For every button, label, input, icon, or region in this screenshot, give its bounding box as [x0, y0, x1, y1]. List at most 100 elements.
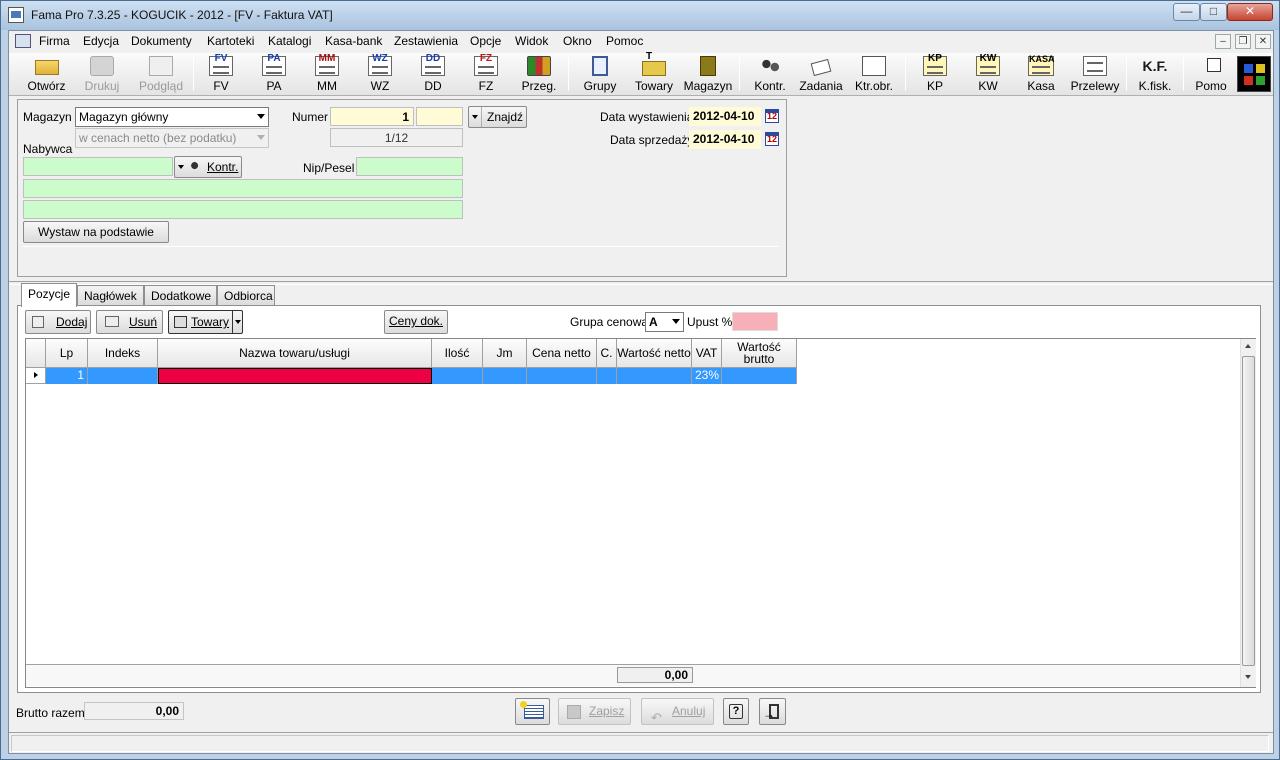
- buyer-name-field[interactable]: [23, 179, 463, 198]
- tool-ktrobr-button[interactable]: Ktr.obr.: [847, 53, 901, 95]
- main-toolbar: Otwórz Drukuj Podgląd FV FV PA PA MM MM: [9, 51, 1273, 96]
- zapisz-button[interactable]: Zapisz: [558, 698, 631, 725]
- tool-kfisk-button[interactable]: K.F. K.fisk.: [1131, 53, 1179, 95]
- col-vat-header[interactable]: VAT: [692, 339, 722, 368]
- magazyn-combo[interactable]: Magazyn główny: [75, 107, 269, 127]
- cell-wartosc-netto[interactable]: [617, 368, 692, 384]
- tool-kontr-button[interactable]: Kontr.: [745, 53, 795, 95]
- nip-input[interactable]: [356, 157, 463, 176]
- col-ilosc-header[interactable]: Ilość: [432, 339, 483, 368]
- znajdz-button[interactable]: Znajdź: [468, 106, 527, 128]
- col-lp-header[interactable]: Lp: [46, 339, 88, 368]
- menu-widok[interactable]: Widok: [515, 34, 548, 48]
- kontr-button[interactable]: Kontr.: [174, 156, 242, 178]
- cell-nazwa[interactable]: [158, 368, 432, 384]
- calendar-icon[interactable]: 12: [765, 132, 779, 146]
- tool-kasa-button[interactable]: KASA Kasa: [1017, 53, 1065, 95]
- tab-pozycje[interactable]: Pozycje: [21, 283, 77, 307]
- anuluj-button[interactable]: ↶ Anuluj: [641, 698, 714, 725]
- menu-zestawienia[interactable]: Zestawienia: [394, 34, 458, 48]
- mdi-close-button[interactable]: ✕: [1255, 34, 1271, 49]
- mdi-minimize-button[interactable]: –: [1215, 34, 1231, 49]
- usun-button[interactable]: Usuń: [96, 310, 163, 334]
- col-cena-netto-header[interactable]: Cena netto: [527, 339, 597, 368]
- cell-cena-netto[interactable]: [527, 368, 597, 384]
- buyer-address-field[interactable]: [23, 200, 463, 219]
- table-row-indicator[interactable]: [26, 368, 46, 384]
- tool-wz-button[interactable]: WZ WZ: [358, 53, 402, 95]
- cell-lp[interactable]: 1: [46, 368, 88, 384]
- menu-opcje[interactable]: Opcje: [470, 34, 501, 48]
- cell-c[interactable]: [597, 368, 617, 384]
- numer-suffix-input[interactable]: [416, 107, 463, 126]
- tool-magazyn-button[interactable]: Magazyn: [681, 53, 735, 95]
- col-wartosc-brutto-header[interactable]: Wartość brutto: [722, 339, 797, 368]
- data-wystawienia-input[interactable]: 2012-04-10: [689, 107, 761, 126]
- exit-button[interactable]: →: [759, 698, 786, 725]
- numer-input[interactable]: 1: [330, 107, 414, 126]
- tool-drukuj-button[interactable]: Drukuj: [77, 53, 127, 95]
- mdi-restore-button[interactable]: ❐: [1235, 34, 1251, 49]
- tool-przeg-button[interactable]: Przeg.: [515, 53, 563, 95]
- col-jm-header[interactable]: Jm: [483, 339, 527, 368]
- vertical-scrollbar[interactable]: [1240, 339, 1256, 687]
- dodaj-button[interactable]: Dodaj: [25, 310, 91, 334]
- maximize-button[interactable]: □: [1200, 3, 1227, 21]
- towary-split-button[interactable]: Towary: [168, 310, 243, 334]
- tool-fz-button[interactable]: FZ FZ: [464, 53, 508, 95]
- tool-przelewy-button[interactable]: Przelewy: [1067, 53, 1123, 95]
- minimize-button[interactable]: —: [1173, 3, 1200, 21]
- menu-edycja[interactable]: Edycja: [83, 34, 119, 48]
- wystaw-na-podstawie-button[interactable]: Wystaw na podstawie: [23, 221, 169, 243]
- tool-kw-button[interactable]: KW KW: [965, 53, 1011, 95]
- calendar-icon[interactable]: 12: [765, 109, 779, 123]
- menu-katalogi[interactable]: Katalogi: [268, 34, 311, 48]
- tool-towary-button[interactable]: T Towary: [629, 51, 679, 95]
- tool-mm-button[interactable]: MM MM: [305, 53, 349, 95]
- menu-kasa-bank[interactable]: Kasa-bank: [325, 34, 382, 48]
- scroll-up-icon[interactable]: [1245, 344, 1251, 348]
- tool-kp-button[interactable]: KP KP: [912, 53, 958, 95]
- col-nazwa-header[interactable]: Nazwa towaru/usługi: [158, 339, 432, 368]
- app-icon[interactable]: [8, 7, 24, 23]
- prices-mode-combo[interactable]: w cenach netto (bez podatku): [75, 128, 269, 148]
- title-bar[interactable]: Fama Pro 7.3.25 - KOGUCIK - 2012 - [FV -…: [1, 1, 1279, 30]
- tool-grupy-button[interactable]: Grupy: [575, 53, 625, 95]
- col-c-header[interactable]: C.: [597, 339, 617, 368]
- cell-ilosc[interactable]: [432, 368, 483, 384]
- cell-wartosc-brutto[interactable]: [722, 368, 797, 384]
- nabywca-input[interactable]: [23, 157, 173, 176]
- document-window-icon[interactable]: [15, 34, 31, 48]
- upust-input[interactable]: [732, 312, 778, 331]
- help-button[interactable]: ?: [723, 698, 749, 725]
- scroll-down-icon[interactable]: [1245, 675, 1251, 679]
- menu-pomoc[interactable]: Pomoc: [606, 34, 643, 48]
- cell-indeks[interactable]: [88, 368, 158, 384]
- menu-dokumenty[interactable]: Dokumenty: [131, 34, 192, 48]
- tab-naglowek[interactable]: Nagłówek: [77, 285, 144, 306]
- tool-pa-button[interactable]: PA PA: [252, 53, 296, 95]
- cell-jm[interactable]: [483, 368, 527, 384]
- tool-podglad-button[interactable]: Podgląd: [131, 53, 191, 95]
- tool-pomoc-button[interactable]: Pomo: [1187, 53, 1235, 95]
- col-wartosc-netto-header[interactable]: Wartość netto: [617, 339, 692, 368]
- tool-dd-button[interactable]: DD DD: [411, 53, 455, 95]
- menu-firma[interactable]: Firma: [39, 34, 70, 48]
- menu-kartoteki[interactable]: Kartoteki: [207, 34, 254, 48]
- new-document-button[interactable]: [515, 698, 550, 725]
- grupa-cenowa-combo[interactable]: A: [645, 312, 684, 332]
- scroll-thumb[interactable]: [1242, 356, 1255, 666]
- col-indeks-header[interactable]: Indeks: [88, 339, 158, 368]
- data-sprzedazy-input[interactable]: 2012-04-10: [689, 130, 761, 149]
- color-theme-icon[interactable]: [1237, 56, 1271, 92]
- tool-label: Ktr.obr.: [854, 79, 894, 93]
- ceny-dok-button[interactable]: Ceny dok.: [384, 310, 448, 334]
- tool-otworz-button[interactable]: Otwórz: [19, 53, 74, 95]
- close-button[interactable]: ✕: [1227, 3, 1273, 21]
- tool-zadania-button[interactable]: Zadania: [796, 53, 846, 95]
- menu-okno[interactable]: Okno: [563, 34, 592, 48]
- tab-odbiorca[interactable]: Odbiorca: [217, 285, 275, 306]
- tab-dodatkowe[interactable]: Dodatkowe: [144, 285, 217, 306]
- tool-fv-button[interactable]: FV FV: [199, 53, 243, 95]
- cell-vat[interactable]: 23%: [692, 368, 722, 384]
